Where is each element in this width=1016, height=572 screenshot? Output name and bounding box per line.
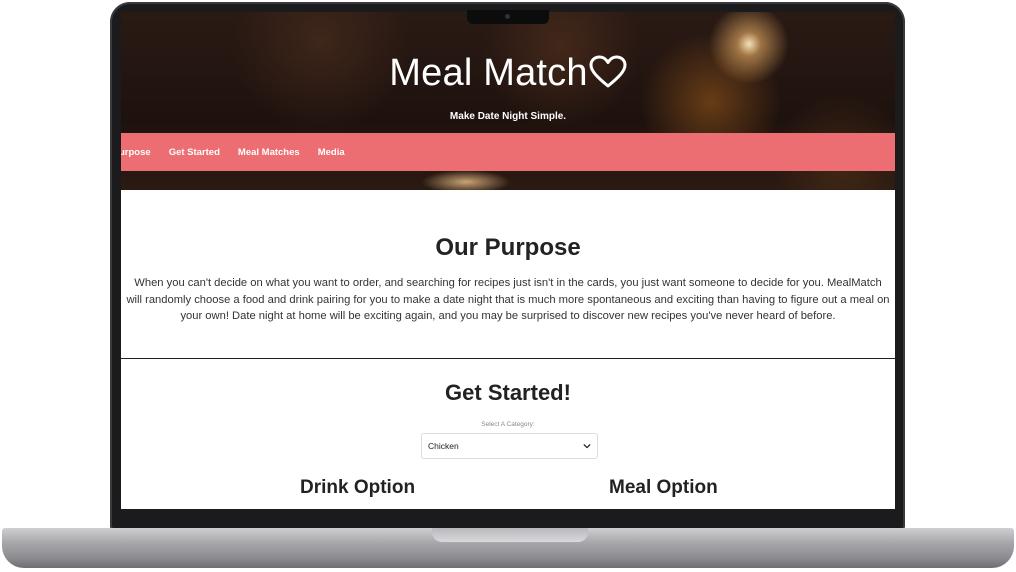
drink-option-heading: Drink Option (300, 477, 416, 498)
heart-icon (589, 55, 627, 99)
purpose-description: When you can't decide on what you want t… (126, 277, 890, 322)
meal-option-heading: Meal Option (609, 477, 718, 498)
screen-bezel (121, 509, 895, 529)
laptop-base (2, 528, 1014, 568)
nav-items: urpose Get Started Meal Matches Media (121, 147, 363, 158)
section-divider (121, 358, 895, 359)
site-title: Meal Match (121, 52, 895, 99)
hero-light-glow (421, 170, 511, 190)
category-select-value: Chicken (428, 441, 459, 451)
camera-icon (505, 14, 510, 19)
nav-link-media[interactable]: Media (318, 147, 345, 158)
nav-link-purpose[interactable]: urpose (121, 147, 151, 158)
main-navbar: urpose Get Started Meal Matches Media (121, 133, 895, 171)
browser-viewport: Meal Match Make Date Night Simple. urpos… (121, 12, 895, 509)
purpose-heading: Our Purpose (435, 234, 581, 261)
category-select[interactable]: Chicken (421, 433, 598, 459)
chevron-down-icon (583, 444, 591, 449)
get-started-heading: Get Started! (445, 380, 571, 405)
laptop-base-notch (432, 528, 588, 542)
site-title-text: Meal Match (389, 52, 588, 94)
laptop-notch (467, 10, 549, 24)
category-select-label: Select A Category: (481, 421, 535, 428)
site-tagline: Make Date Night Simple. (449, 111, 567, 122)
nav-link-get-started[interactable]: Get Started (169, 147, 220, 158)
nav-link-meal-matches[interactable]: Meal Matches (238, 147, 300, 158)
hero-banner: Meal Match Make Date Night Simple. urpos… (121, 12, 895, 190)
